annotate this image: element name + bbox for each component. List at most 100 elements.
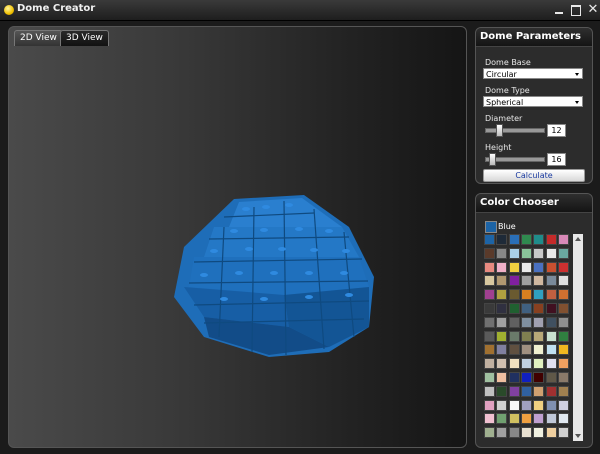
color-swatch[interactable] — [484, 275, 495, 287]
color-swatch[interactable] — [520, 372, 532, 383]
color-swatch[interactable] — [508, 330, 520, 342]
color-swatch[interactable] — [508, 247, 520, 259]
maximize-icon[interactable] — [569, 3, 583, 17]
height-slider-thumb[interactable] — [489, 153, 496, 166]
color-swatch[interactable] — [508, 358, 520, 370]
color-swatch[interactable] — [557, 247, 569, 259]
color-swatch[interactable] — [508, 413, 520, 425]
color-swatch[interactable] — [533, 275, 545, 287]
color-swatch[interactable] — [520, 275, 532, 287]
color-swatch[interactable] — [520, 344, 532, 356]
color-swatch[interactable] — [520, 399, 532, 411]
color-swatch[interactable] — [484, 427, 495, 439]
close-icon[interactable]: ✕ — [586, 3, 600, 17]
color-swatch[interactable] — [520, 234, 532, 245]
color-swatch[interactable] — [496, 316, 508, 328]
color-swatch[interactable] — [557, 275, 569, 287]
color-swatch[interactable] — [545, 385, 557, 397]
color-swatch[interactable] — [496, 289, 508, 301]
color-swatch[interactable] — [545, 330, 557, 342]
color-swatch[interactable] — [496, 344, 508, 356]
color-swatch[interactable] — [533, 399, 545, 411]
color-swatch[interactable] — [508, 372, 520, 383]
color-swatch[interactable] — [557, 413, 569, 425]
color-swatch[interactable] — [484, 261, 495, 273]
color-swatch[interactable] — [557, 344, 569, 356]
color-swatch[interactable] — [545, 344, 557, 356]
color-swatch[interactable] — [557, 399, 569, 411]
color-swatch[interactable] — [496, 372, 508, 383]
color-swatch[interactable] — [520, 303, 532, 314]
palette-scrollbar[interactable] — [573, 234, 583, 441]
height-slider[interactable] — [485, 153, 545, 166]
color-swatch[interactable] — [557, 316, 569, 328]
color-swatch[interactable] — [533, 344, 545, 356]
color-swatch[interactable] — [545, 372, 557, 383]
color-swatch[interactable] — [557, 358, 569, 370]
color-swatch[interactable] — [520, 413, 532, 425]
tab-2d-view[interactable]: 2D View — [14, 30, 63, 46]
scroll-up-icon[interactable] — [575, 237, 581, 241]
color-swatch[interactable] — [484, 303, 495, 314]
color-swatch[interactable] — [557, 427, 569, 439]
minimize-icon[interactable] — [552, 3, 566, 17]
color-swatch[interactable] — [496, 358, 508, 370]
color-swatch[interactable] — [496, 413, 508, 425]
color-swatch[interactable] — [484, 330, 495, 342]
color-swatch[interactable] — [545, 289, 557, 301]
color-swatch[interactable] — [484, 385, 495, 397]
color-swatch[interactable] — [557, 234, 569, 245]
color-swatch[interactable] — [496, 275, 508, 287]
color-swatch[interactable] — [496, 234, 508, 245]
calculate-button[interactable]: Calculate — [483, 169, 585, 182]
color-swatch[interactable] — [545, 261, 557, 273]
color-swatch[interactable] — [557, 372, 569, 383]
color-swatch[interactable] — [545, 316, 557, 328]
color-swatch[interactable] — [484, 316, 495, 328]
color-swatch[interactable] — [496, 427, 508, 439]
color-swatch[interactable] — [545, 427, 557, 439]
color-swatch[interactable] — [557, 303, 569, 314]
color-swatch[interactable] — [545, 234, 557, 245]
color-swatch[interactable] — [545, 358, 557, 370]
color-swatch[interactable] — [484, 358, 495, 370]
color-swatch[interactable] — [484, 413, 495, 425]
color-swatch[interactable] — [508, 234, 520, 245]
color-swatch[interactable] — [484, 247, 495, 259]
color-swatch[interactable] — [496, 330, 508, 342]
color-swatch[interactable] — [533, 316, 545, 328]
color-swatch[interactable] — [520, 330, 532, 342]
height-input[interactable]: 16 — [547, 153, 566, 166]
color-swatch[interactable] — [533, 385, 545, 397]
color-swatch[interactable] — [508, 399, 520, 411]
color-swatch[interactable] — [533, 330, 545, 342]
color-swatch[interactable] — [496, 261, 508, 273]
color-swatch[interactable] — [533, 247, 545, 259]
color-swatch[interactable] — [496, 385, 508, 397]
color-swatch[interactable] — [508, 385, 520, 397]
color-swatch[interactable] — [545, 413, 557, 425]
tab-3d-view[interactable]: 3D View — [60, 30, 109, 46]
color-swatch[interactable] — [508, 275, 520, 287]
color-swatch[interactable] — [533, 358, 545, 370]
color-swatch[interactable] — [508, 427, 520, 439]
diameter-input[interactable]: 12 — [547, 124, 566, 137]
color-swatch[interactable] — [496, 399, 508, 411]
color-swatch[interactable] — [545, 247, 557, 259]
color-swatch[interactable] — [557, 385, 569, 397]
color-swatch[interactable] — [520, 261, 532, 273]
color-swatch[interactable] — [484, 399, 495, 411]
color-swatch[interactable] — [545, 275, 557, 287]
color-swatch[interactable] — [520, 385, 532, 397]
color-swatch[interactable] — [557, 330, 569, 342]
color-swatch[interactable] — [520, 427, 532, 439]
color-swatch[interactable] — [508, 261, 520, 273]
color-swatch[interactable] — [484, 234, 495, 245]
color-swatch[interactable] — [496, 247, 508, 259]
color-swatch[interactable] — [508, 344, 520, 356]
color-swatch[interactable] — [533, 372, 545, 383]
color-swatch[interactable] — [508, 316, 520, 328]
color-swatch[interactable] — [533, 303, 545, 314]
diameter-slider[interactable] — [485, 124, 545, 137]
color-swatch[interactable] — [520, 247, 532, 259]
